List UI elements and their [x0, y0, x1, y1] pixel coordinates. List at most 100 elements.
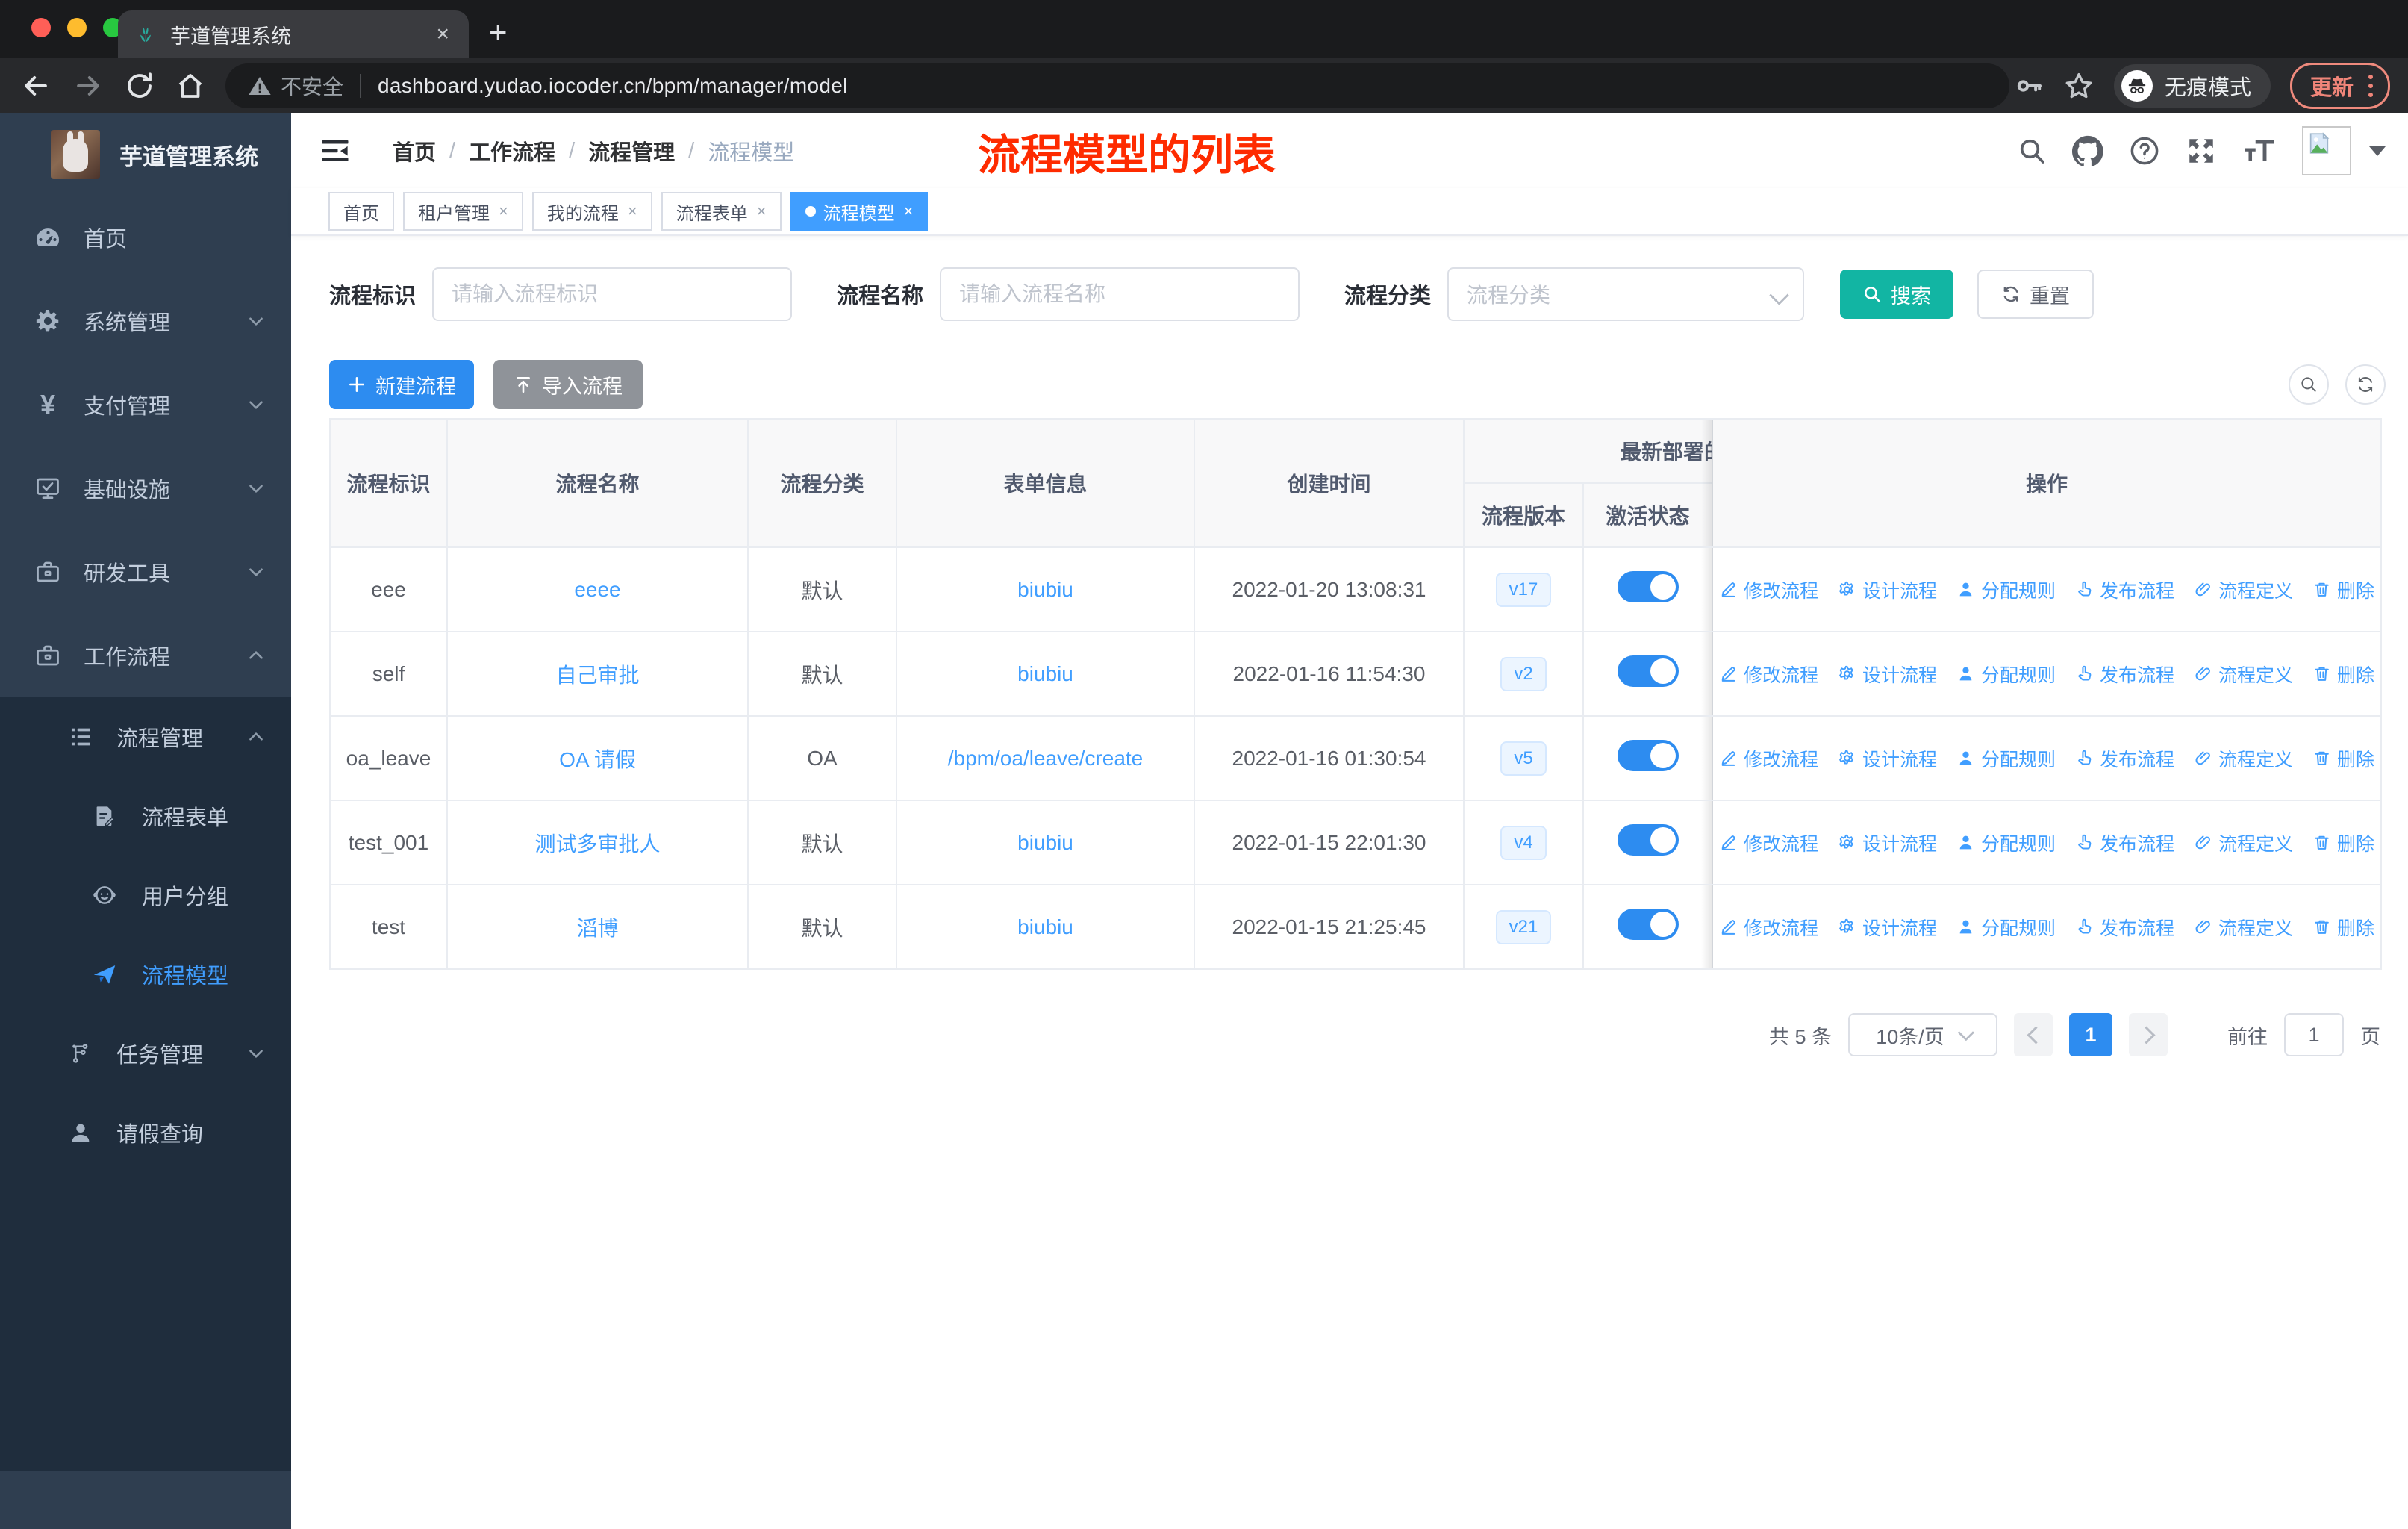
design-process-link[interactable]: 设计流程 — [1838, 576, 1937, 603]
password-key-icon[interactable] — [2014, 71, 2044, 101]
delete-link[interactable]: 删除 — [2312, 914, 2374, 941]
tag-close-icon[interactable]: × — [757, 202, 767, 221]
browser-tab[interactable]: 芋道管理系统 × — [118, 10, 469, 58]
tag-my-process[interactable]: 我的流程 × — [531, 192, 652, 231]
update-menu-button[interactable]: 更新 — [2289, 63, 2390, 109]
show-search-button[interactable] — [2289, 364, 2329, 405]
tag-home[interactable]: 首页 — [328, 192, 394, 231]
design-process-link[interactable]: 设计流程 — [1838, 745, 1937, 772]
sidebar-item-process-mgmt[interactable]: 流程管理 — [0, 697, 291, 776]
active-toggle[interactable] — [1617, 909, 1679, 940]
process-definition-link[interactable]: 流程定义 — [2194, 576, 2293, 603]
url-text[interactable]: dashboard.yudao.iocoder.cn/bpm/manager/m… — [378, 74, 848, 98]
sidebar-item-process-form[interactable]: 流程表单 — [0, 776, 291, 856]
page-size-select[interactable]: 10条/页 — [1848, 1013, 1997, 1056]
process-definition-link[interactable]: 流程定义 — [2194, 745, 2293, 772]
filter-name-input[interactable] — [940, 267, 1300, 321]
fullscreen-icon[interactable] — [2186, 135, 2217, 166]
design-process-link[interactable]: 设计流程 — [1838, 661, 1937, 688]
delete-link[interactable]: 删除 — [2312, 745, 2374, 772]
process-name-link[interactable]: eeee — [574, 578, 620, 601]
tag-close-icon[interactable]: × — [628, 202, 637, 221]
avatar-caret-icon[interactable] — [2369, 146, 2386, 156]
publish-process-link[interactable]: 发布流程 — [2075, 829, 2174, 856]
breadcrumb-item[interactable]: 工作流程 — [469, 135, 555, 166]
active-toggle[interactable] — [1617, 655, 1679, 687]
sidebar-item-user-group[interactable]: 用户分组 — [0, 856, 291, 935]
process-name-link[interactable]: 滔博 — [576, 917, 618, 940]
assign-rule-link[interactable]: 分配规则 — [1956, 914, 2056, 941]
close-window-button[interactable] — [31, 18, 51, 37]
sidebar-item-devtools[interactable]: 研发工具 — [0, 530, 291, 614]
assign-rule-link[interactable]: 分配规则 — [1956, 745, 2056, 772]
app-logo[interactable]: 芋道管理系统 — [0, 113, 291, 196]
form-info-link[interactable]: /bpm/oa/leave/create — [948, 747, 1144, 770]
sidebar-item-process-model[interactable]: 流程模型 — [0, 935, 291, 1014]
active-toggle[interactable] — [1617, 824, 1679, 856]
tag-process-form[interactable]: 流程表单 × — [661, 192, 782, 231]
design-process-link[interactable]: 设计流程 — [1838, 914, 1937, 941]
sidebar-item-infra[interactable]: 基础设施 — [0, 446, 291, 530]
reset-button[interactable]: 重置 — [1977, 270, 2094, 319]
sidebar-item-system[interactable]: 系统管理 — [0, 279, 291, 363]
security-warning[interactable]: 不安全 — [248, 71, 343, 101]
address-bar[interactable]: 不安全 dashboard.yudao.iocoder.cn/bpm/manag… — [225, 63, 2009, 108]
tag-tenant[interactable]: 租户管理 × — [403, 192, 523, 231]
process-name-link[interactable]: OA 请假 — [559, 748, 636, 771]
design-process-link[interactable]: 设计流程 — [1838, 829, 1937, 856]
publish-process-link[interactable]: 发布流程 — [2075, 661, 2174, 688]
forward-icon[interactable] — [72, 69, 105, 102]
delete-link[interactable]: 删除 — [2312, 576, 2374, 603]
form-info-link[interactable]: biubiu — [1017, 915, 1073, 938]
edit-process-link[interactable]: 修改流程 — [1719, 576, 1818, 603]
filter-id-input[interactable] — [432, 267, 793, 321]
breadcrumb-item[interactable]: 首页 — [393, 135, 436, 166]
search-button[interactable]: 搜索 — [1840, 270, 1954, 319]
goto-page-input[interactable] — [2284, 1013, 2344, 1056]
back-icon[interactable] — [19, 69, 52, 102]
refresh-table-button[interactable] — [2345, 364, 2386, 405]
tag-process-model[interactable]: 流程模型 × — [790, 192, 929, 231]
process-definition-link[interactable]: 流程定义 — [2194, 914, 2293, 941]
sidebar-item-payment[interactable]: ¥ 支付管理 — [0, 363, 291, 446]
process-definition-link[interactable]: 流程定义 — [2194, 661, 2293, 688]
current-page-button[interactable]: 1 — [2069, 1013, 2112, 1056]
sidebar-item-leave-query[interactable]: 请假查询 — [0, 1093, 291, 1172]
assign-rule-link[interactable]: 分配规则 — [1956, 829, 2056, 856]
sidebar-item-workflow[interactable]: 工作流程 — [0, 614, 291, 697]
font-size-icon[interactable] — [2242, 135, 2277, 166]
import-process-button[interactable]: 导入流程 — [493, 360, 643, 409]
form-info-link[interactable]: biubiu — [1017, 662, 1073, 685]
edit-process-link[interactable]: 修改流程 — [1719, 661, 1818, 688]
process-definition-link[interactable]: 流程定义 — [2194, 829, 2293, 856]
filter-category-select[interactable]: 流程分类 — [1447, 267, 1805, 321]
tag-close-icon[interactable]: × — [499, 202, 508, 221]
active-toggle[interactable] — [1617, 571, 1679, 602]
reload-icon[interactable] — [124, 70, 155, 102]
form-info-link[interactable]: biubiu — [1017, 831, 1073, 854]
active-toggle[interactable] — [1617, 740, 1679, 771]
sidebar-item-home[interactable]: 首页 — [0, 196, 291, 279]
prev-page-button[interactable] — [2014, 1013, 2053, 1056]
minimize-window-button[interactable] — [67, 18, 87, 37]
create-process-button[interactable]: 新建流程 — [329, 360, 474, 409]
breadcrumb-item[interactable]: 流程管理 — [588, 135, 675, 166]
home-icon[interactable] — [175, 70, 206, 102]
edit-process-link[interactable]: 修改流程 — [1719, 914, 1818, 941]
help-icon[interactable] — [2129, 135, 2160, 166]
assign-rule-link[interactable]: 分配规则 — [1956, 661, 2056, 688]
publish-process-link[interactable]: 发布流程 — [2075, 745, 2174, 772]
delete-link[interactable]: 删除 — [2312, 829, 2374, 856]
assign-rule-link[interactable]: 分配规则 — [1956, 576, 2056, 603]
github-icon[interactable] — [2072, 135, 2103, 166]
new-tab-button[interactable]: + — [489, 16, 508, 48]
edit-process-link[interactable]: 修改流程 — [1719, 745, 1818, 772]
publish-process-link[interactable]: 发布流程 — [2075, 576, 2174, 603]
tag-close-icon[interactable]: × — [904, 202, 914, 221]
edit-process-link[interactable]: 修改流程 — [1719, 829, 1818, 856]
sidebar-collapse-icon[interactable] — [319, 135, 351, 166]
process-name-link[interactable]: 自己审批 — [555, 664, 639, 687]
process-name-link[interactable]: 测试多审批人 — [534, 832, 660, 856]
tab-close-icon[interactable]: × — [433, 20, 452, 49]
sidebar-item-task-mgmt[interactable]: 任务管理 — [0, 1014, 291, 1093]
